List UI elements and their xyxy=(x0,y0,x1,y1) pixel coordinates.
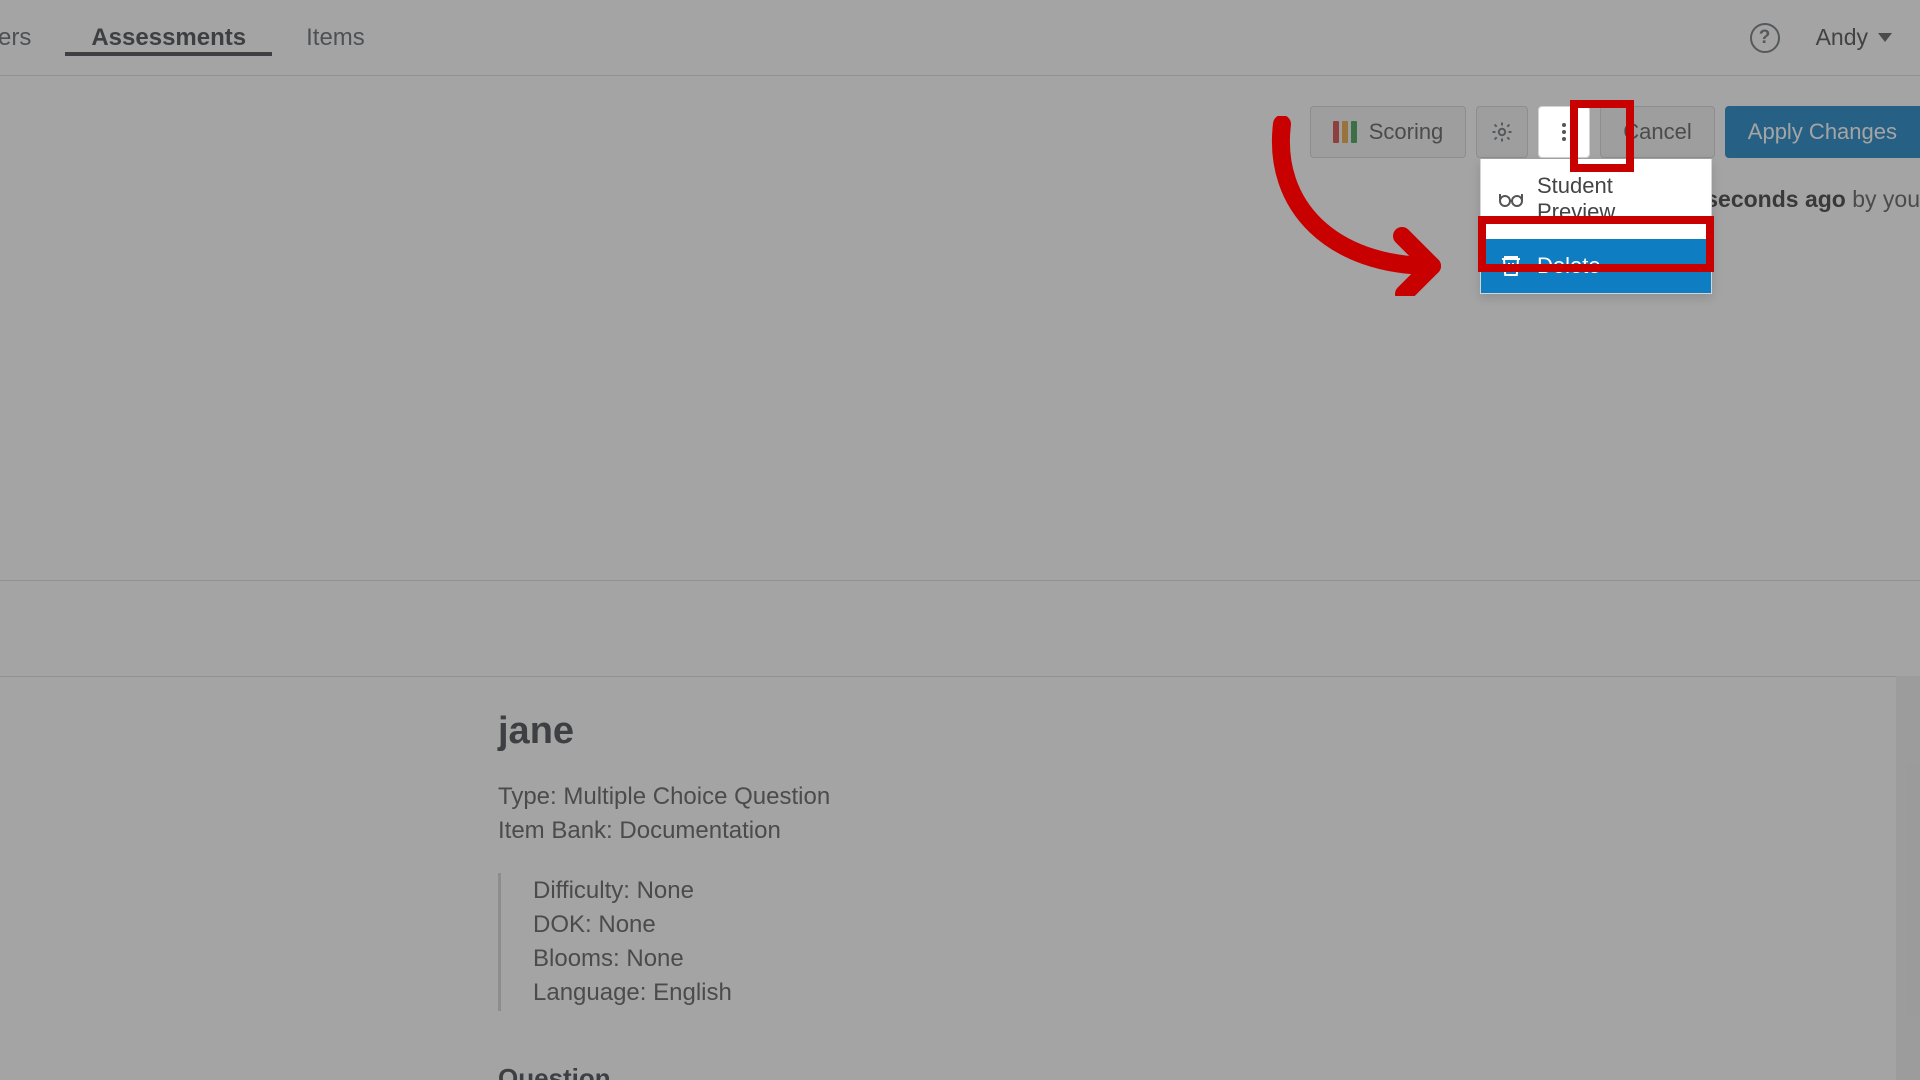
kebab-icon xyxy=(1552,120,1576,144)
user-name: Andy xyxy=(1816,24,1868,51)
divider xyxy=(0,580,1920,581)
top-tab-bar: ckers Assessments Items ? Andy xyxy=(0,0,1920,76)
gear-icon xyxy=(1490,120,1514,144)
divider xyxy=(0,676,1920,677)
user-menu[interactable]: Andy xyxy=(1816,24,1892,51)
cancel-button[interactable]: Cancel xyxy=(1600,106,1714,158)
item-attributes: Difficulty: None DOK: None Blooms: None … xyxy=(498,873,1840,1011)
more-options-menu: Student Preview Delete xyxy=(1480,159,1712,294)
settings-button[interactable] xyxy=(1476,106,1528,158)
more-options-button[interactable] xyxy=(1538,106,1590,158)
chevron-down-icon xyxy=(1878,33,1892,42)
item-title: jane xyxy=(498,710,1840,753)
action-toolbar: Scoring Cancel Apply Changes xyxy=(1310,106,1920,158)
menu-delete[interactable]: Delete xyxy=(1481,239,1711,293)
item-bank-row: Item Bank: Documentation xyxy=(498,817,1840,845)
menu-label: Student Preview xyxy=(1537,173,1693,225)
question-heading: Question xyxy=(498,1063,1840,1080)
glasses-icon xyxy=(1499,190,1523,208)
scoring-button[interactable]: Scoring xyxy=(1310,106,1467,158)
scrollbar[interactable] xyxy=(1896,676,1920,1080)
scoring-label: Scoring xyxy=(1369,119,1444,145)
help-icon[interactable]: ? xyxy=(1750,23,1780,53)
tab-items[interactable]: Items xyxy=(276,0,395,74)
item-type-row: Type: Multiple Choice Question xyxy=(498,783,1840,811)
menu-label: Delete xyxy=(1537,253,1601,279)
apply-changes-button[interactable]: Apply Changes xyxy=(1725,106,1920,158)
tab-trackers[interactable]: ckers xyxy=(0,0,61,74)
scoring-bars-icon xyxy=(1333,121,1357,143)
tab-assessments[interactable]: Assessments xyxy=(61,0,276,74)
last-saved-text: w seconds ago by you xyxy=(1681,186,1920,213)
menu-student-preview[interactable]: Student Preview xyxy=(1481,159,1711,239)
item-details: jane Type: Multiple Choice Question Item… xyxy=(498,710,1840,1080)
trash-icon xyxy=(1499,254,1523,278)
